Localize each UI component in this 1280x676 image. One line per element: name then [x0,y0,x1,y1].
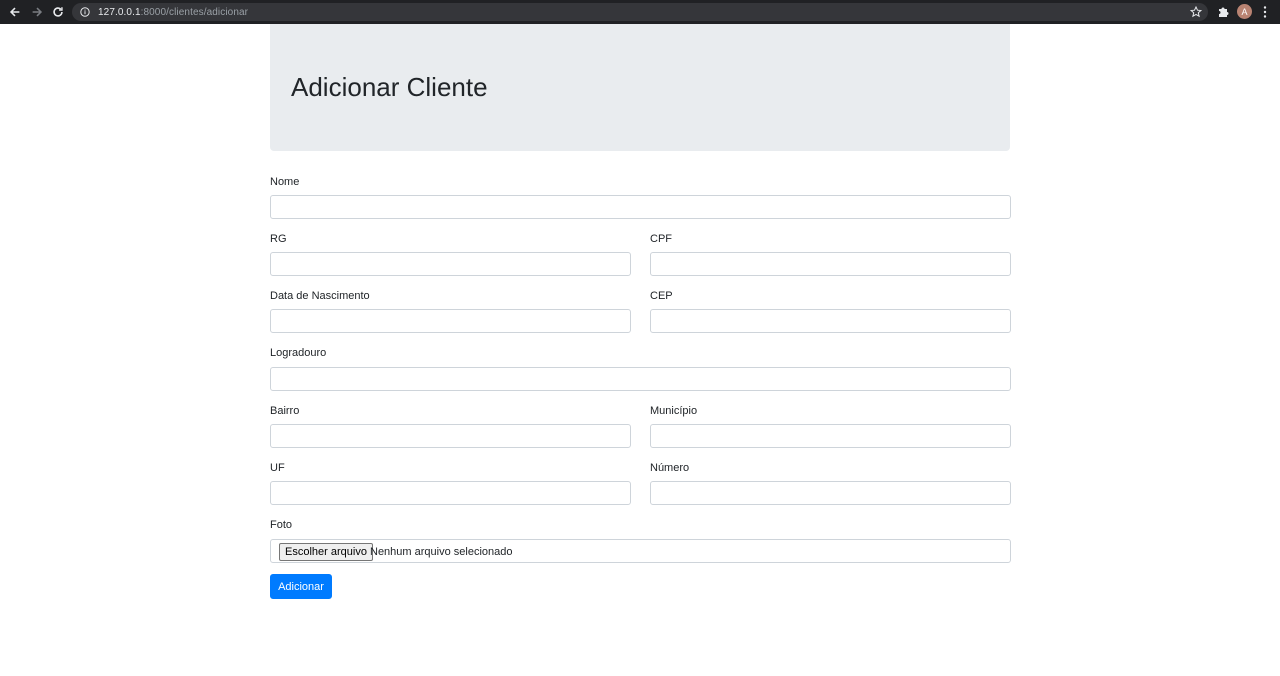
profile-avatar[interactable]: A [1237,4,1252,19]
rg-label: RG [270,233,287,245]
uf-label: UF [270,462,285,474]
municipio-label: Município [650,405,698,417]
choose-file-button[interactable]: Escolher arquivo [279,543,373,561]
cpf-input[interactable] [650,252,1011,276]
cpf-label: CPF [650,233,672,245]
avatar-initial: A [1241,6,1248,17]
page-container: Adicionar Cliente Nome RG CPF Data de Na… [270,24,1011,599]
more-menu-icon[interactable] [1262,5,1268,19]
back-arrow-icon[interactable] [7,4,23,20]
nome-label: Nome [270,176,300,188]
file-status-text: Nenhum arquivo selecionado [370,546,513,558]
extensions-puzzle-icon[interactable] [1216,5,1230,19]
rg-input[interactable] [270,252,631,276]
cep-input[interactable] [650,309,1011,333]
adicionar-button[interactable]: Adicionar [270,574,332,599]
nome-input[interactable] [270,195,1011,219]
foto-file-input[interactable]: Escolher arquivo Nenhum arquivo selecion… [270,539,1011,563]
url-text[interactable]: 127.0.0.1:8000/clientes/adicionar [98,7,248,18]
logradouro-input[interactable] [270,367,1011,391]
bairro-label: Bairro [270,405,300,417]
uf-input[interactable] [270,481,631,505]
url-host: 127.0.0.1 [98,6,141,18]
bookmark-star-icon[interactable] [1190,6,1202,18]
page-title: Adicionar Cliente [291,72,488,102]
nascimento-input[interactable] [270,309,631,333]
foto-label: Foto [270,519,293,531]
numero-label: Número [650,462,690,474]
numero-input[interactable] [650,481,1011,505]
reload-icon[interactable] [50,4,66,20]
page-header: Adicionar Cliente [270,24,1010,151]
address-bar[interactable]: 127.0.0.1:8000/clientes/adicionar [72,3,1208,21]
browser-toolbar: 127.0.0.1:8000/clientes/adicionar A [0,0,1280,24]
forward-arrow-icon[interactable] [29,4,45,20]
cep-label: CEP [650,290,673,302]
municipio-input[interactable] [650,424,1011,448]
logradouro-label: Logradouro [270,347,327,359]
bairro-input[interactable] [270,424,631,448]
nascimento-label: Data de Nascimento [270,290,370,302]
url-path: :8000/clientes/adicionar [140,6,249,18]
info-icon[interactable] [80,7,90,17]
